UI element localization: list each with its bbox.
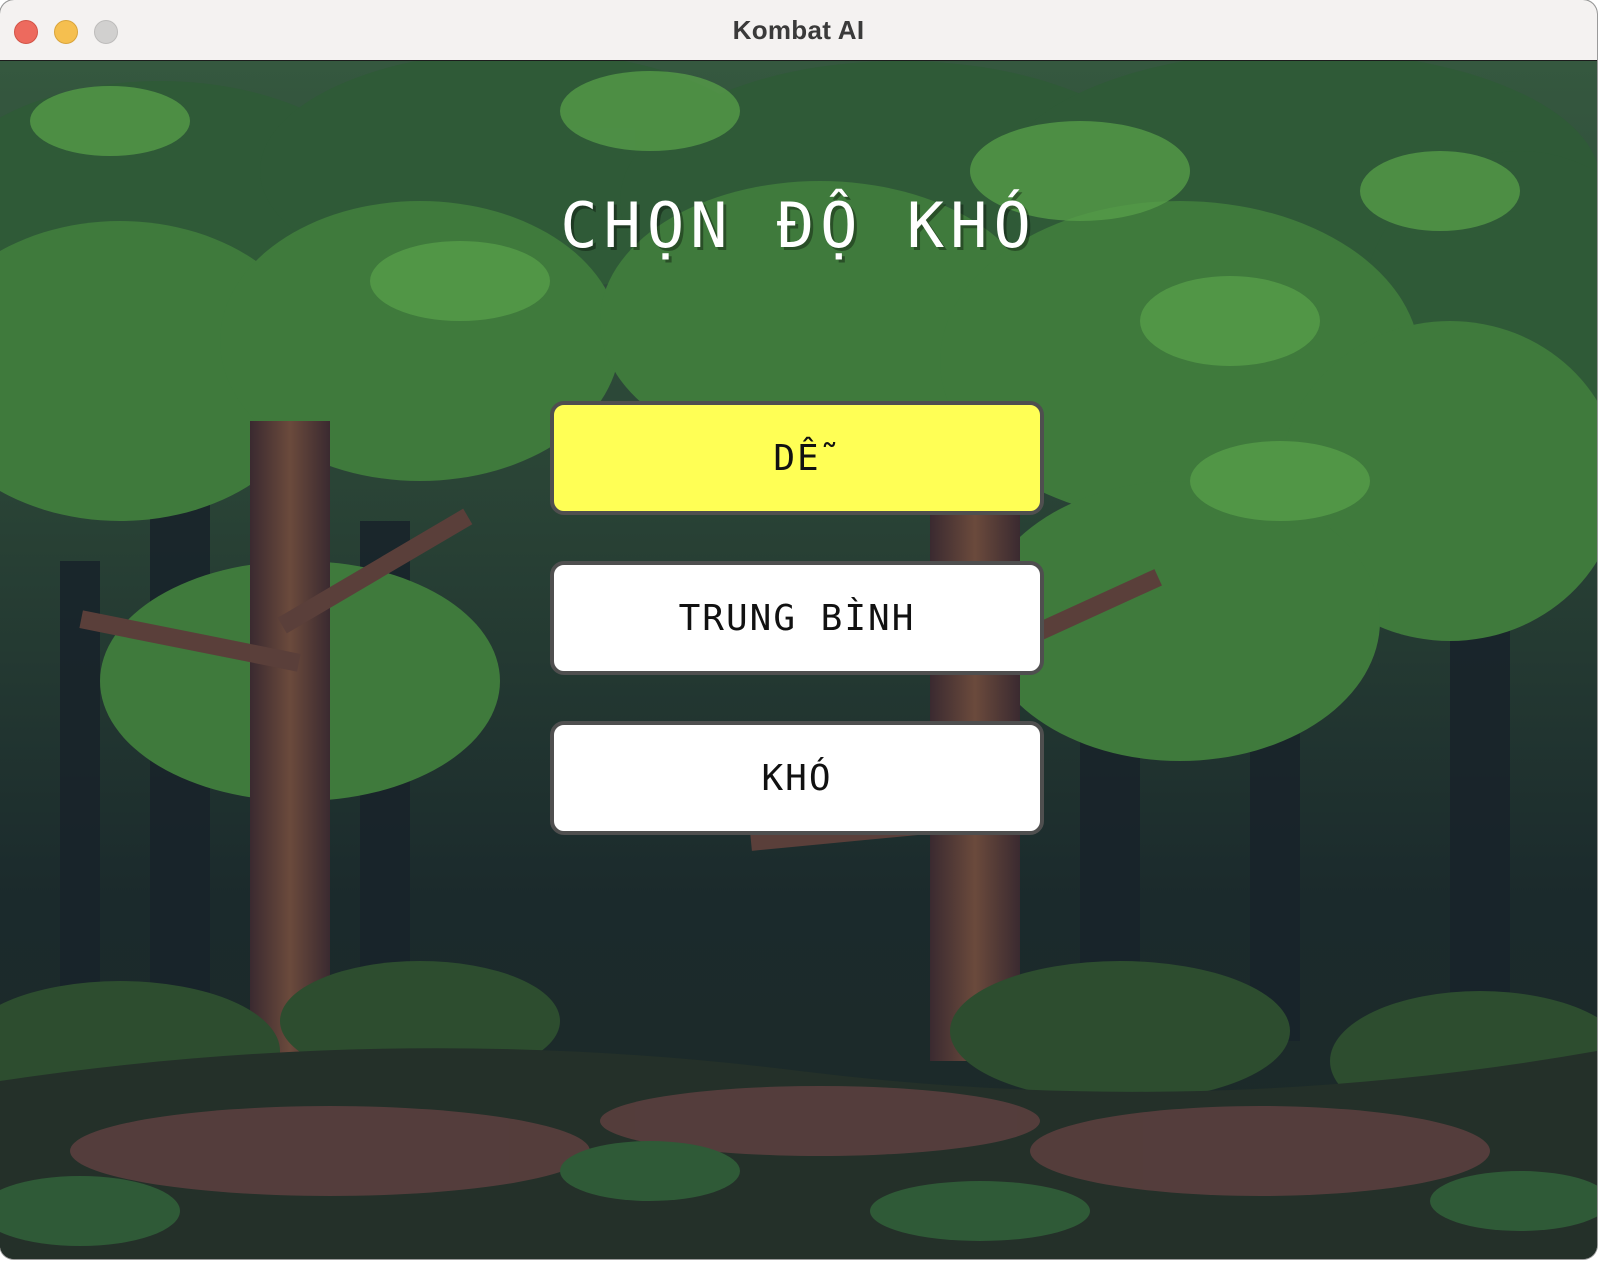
game-window: Kombat AI CHỌN ĐỘ KHÓ DỄ TRUNG BÌNH KHÓ bbox=[0, 0, 1597, 1259]
forest-background: CHỌN ĐỘ KHÓ DỄ TRUNG BÌNH KHÓ bbox=[0, 61, 1597, 1259]
close-icon[interactable] bbox=[14, 20, 38, 44]
difficulty-easy-button[interactable]: DỄ bbox=[550, 401, 1044, 515]
menu-heading: CHỌN ĐỘ KHÓ bbox=[560, 189, 1037, 262]
difficulty-medium-label: TRUNG BÌNH bbox=[678, 597, 916, 639]
maximize-icon[interactable] bbox=[94, 20, 118, 44]
difficulty-hard-button[interactable]: KHÓ bbox=[550, 721, 1044, 835]
difficulty-hard-label: KHÓ bbox=[761, 757, 833, 799]
minimize-icon[interactable] bbox=[54, 20, 78, 44]
difficulty-easy-label: DỄ bbox=[773, 437, 821, 479]
title-bar: Kombat AI bbox=[0, 0, 1597, 61]
window-title: Kombat AI bbox=[732, 14, 865, 45]
difficulty-medium-button[interactable]: TRUNG BÌNH bbox=[550, 561, 1044, 675]
